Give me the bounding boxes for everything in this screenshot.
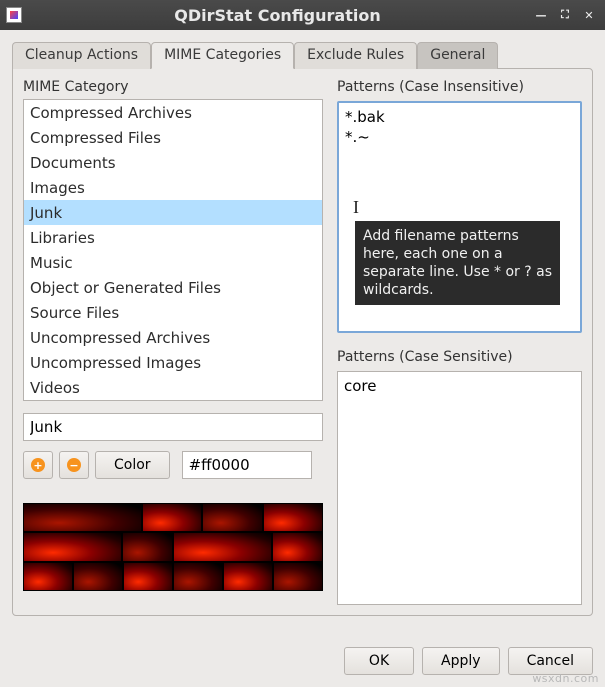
left-column: MIME Category Compressed Archives Compre…	[23, 79, 323, 605]
patterns-ci-input[interactable]	[339, 103, 580, 327]
category-list[interactable]: Compressed Archives Compressed Files Doc…	[23, 99, 323, 401]
color-input[interactable]	[182, 451, 312, 479]
treemap-cell	[23, 532, 122, 561]
minus-icon: −	[67, 458, 81, 472]
treemap-cell	[173, 562, 223, 591]
plus-icon: +	[31, 458, 45, 472]
minimize-button[interactable]: —	[533, 7, 549, 23]
list-item[interactable]: Compressed Files	[24, 125, 322, 150]
tab-general[interactable]: General	[417, 42, 498, 69]
list-item[interactable]: Source Files	[24, 300, 322, 325]
right-column: Patterns (Case Insensitive) I Add filena…	[337, 79, 582, 605]
tab-mime-categories[interactable]: MIME Categories	[151, 42, 294, 69]
list-item[interactable]: Videos	[24, 375, 322, 400]
treemap-preview	[23, 503, 323, 591]
close-button[interactable]: ✕	[581, 7, 597, 23]
color-button[interactable]: Color	[95, 451, 170, 479]
list-item[interactable]: Uncompressed Archives	[24, 325, 322, 350]
tab-row: Cleanup Actions MIME Categories Exclude …	[12, 42, 593, 69]
treemap-cell	[73, 562, 123, 591]
list-item[interactable]: Images	[24, 175, 322, 200]
treemap-cell	[23, 562, 73, 591]
treemap-cell	[173, 532, 272, 561]
list-item[interactable]: Compressed Archives	[24, 100, 322, 125]
treemap-cell	[272, 532, 323, 561]
list-item[interactable]: Music	[24, 250, 322, 275]
treemap-cell	[122, 532, 173, 561]
remove-category-button[interactable]: −	[59, 451, 89, 479]
apply-button[interactable]: Apply	[422, 647, 500, 675]
maximize-button[interactable]: ⛶	[557, 7, 573, 23]
patterns-cs-label: Patterns (Case Sensitive)	[337, 349, 582, 365]
treemap-cell	[142, 503, 202, 532]
patterns-cs-frame	[337, 371, 582, 605]
list-item[interactable]: Object or Generated Files	[24, 275, 322, 300]
list-item[interactable]: Uncompressed Images	[24, 350, 322, 375]
dialog-footer: OK Apply Cancel	[12, 647, 593, 675]
list-item[interactable]: Documents	[24, 150, 322, 175]
treemap-cell	[263, 503, 323, 532]
treemap-cell	[223, 562, 273, 591]
add-category-button[interactable]: +	[23, 451, 53, 479]
treemap-cell	[273, 562, 323, 591]
category-button-row: + − Color	[23, 451, 323, 479]
cancel-button[interactable]: Cancel	[508, 647, 593, 675]
tab-cleanup-actions[interactable]: Cleanup Actions	[12, 42, 151, 69]
patterns-ci-label: Patterns (Case Insensitive)	[337, 79, 582, 95]
treemap-cell	[23, 503, 142, 532]
list-item[interactable]: Libraries	[24, 225, 322, 250]
ok-button[interactable]: OK	[344, 647, 414, 675]
watermark: wsxdn.com	[532, 672, 599, 685]
tab-exclude-rules[interactable]: Exclude Rules	[294, 42, 417, 69]
dialog-body: Cleanup Actions MIME Categories Exclude …	[0, 30, 605, 687]
treemap-cell	[123, 562, 173, 591]
mime-category-label: MIME Category	[23, 79, 323, 95]
list-item[interactable]: Junk	[24, 200, 322, 225]
treemap-cell	[202, 503, 262, 532]
app-icon	[6, 7, 22, 23]
patterns-cs-input[interactable]	[338, 372, 581, 600]
titlebar: QDirStat Configuration — ⛶ ✕	[0, 0, 605, 30]
category-name-input[interactable]	[23, 413, 323, 441]
tab-pane: MIME Category Compressed Archives Compre…	[12, 68, 593, 616]
patterns-ci-frame	[337, 101, 582, 333]
window-title: QDirStat Configuration	[30, 6, 525, 25]
